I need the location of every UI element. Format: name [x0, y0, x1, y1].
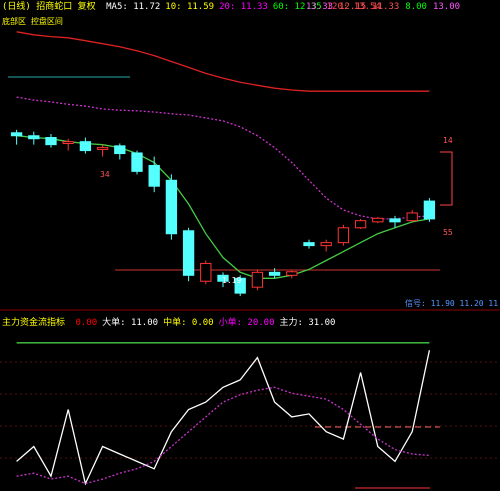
- ma-short-line: [16, 135, 430, 279]
- candle-body: [303, 242, 315, 247]
- candle-body: [251, 271, 264, 288]
- candle-body: [79, 141, 92, 152]
- sub-value: 大单: 11.00: [102, 318, 159, 328]
- header-value: 12.15: [339, 2, 367, 12]
- candle-body: [131, 152, 143, 172]
- low-marker-label: 1.19: [222, 276, 242, 285]
- candle-body: [320, 242, 332, 247]
- range-bracket: [440, 151, 453, 206]
- ma-indicator: 10: 11.59: [165, 2, 215, 12]
- price-label-lower-right: 55: [443, 228, 453, 237]
- ma-long-line: [16, 31, 430, 92]
- candle-body: [354, 220, 367, 229]
- candle-body: [337, 227, 350, 244]
- candle-body: [165, 179, 178, 235]
- candle-body: [423, 200, 436, 220]
- ma-mid-line: [16, 96, 430, 220]
- candle-body: [200, 262, 212, 282]
- sub-white-line: [16, 350, 431, 486]
- bottom-readout: 信号: 11.90 11.20 11.60: [405, 299, 500, 308]
- candle-body: [372, 217, 384, 223]
- candle-body: [286, 271, 298, 276]
- candle-body: [389, 218, 401, 223]
- sub-panel-values: 0.00 大单: 11.00 中单: 0.00 小单: 20.00 主力: 31.00: [70, 318, 335, 328]
- candle-body: [10, 132, 23, 137]
- candle-body: [114, 145, 126, 155]
- sub-value: 0.00: [75, 318, 98, 328]
- header-right-values: 13.33 12.15 11.33 8.00 13.00: [300, 0, 460, 14]
- ma-indicator: 20: 11.33: [219, 2, 268, 12]
- candle-body: [45, 137, 57, 146]
- sub-panel-title: 主力资金流指标: [2, 318, 66, 328]
- price-label-upper-right: 14: [443, 136, 453, 145]
- candle-body: [182, 230, 195, 276]
- sub-value: 小单: 20.00: [218, 318, 275, 328]
- ma-indicator: MA5: 11.72: [106, 2, 161, 12]
- candle-body: [406, 212, 418, 222]
- candle-body: [28, 135, 40, 140]
- panel-tag: 底部区 控盘区间: [2, 17, 63, 26]
- sub-value: 主力: 31.00: [279, 318, 336, 328]
- sub-panel-header: 主力资金流指标 0.00 大单: 11.00 中单: 0.00 小单: 20.00 主力…: [2, 316, 335, 330]
- header-value: 11.33: [372, 2, 400, 12]
- candle-body: [96, 147, 109, 150]
- header-value: 13.33: [306, 2, 334, 12]
- header-value: 13.00: [432, 2, 461, 12]
- candle-body: [268, 271, 281, 276]
- header-value: 8.00: [405, 2, 427, 12]
- kline-chart[interactable]: [0, 0, 500, 491]
- candle-body: [62, 141, 74, 144]
- price-label-left: 34: [100, 170, 110, 179]
- candle-body: [148, 164, 160, 187]
- sub-value: 中单: 0.00: [163, 318, 214, 328]
- stock-title: (日线) 招商蛇口 复权: [2, 2, 96, 12]
